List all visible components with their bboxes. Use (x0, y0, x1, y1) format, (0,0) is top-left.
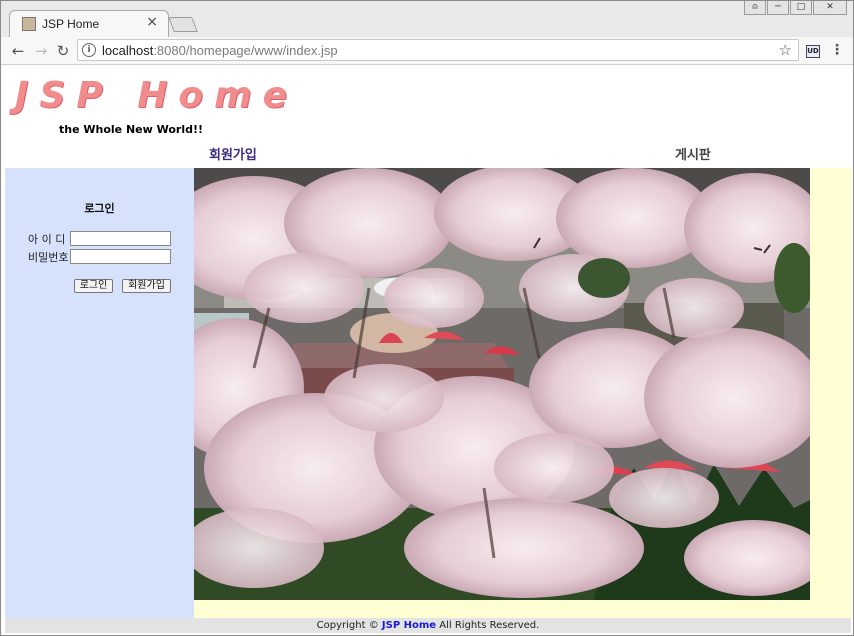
user-icon[interactable]: ⍝ (744, 1, 766, 15)
address-bar[interactable]: i localhost:8080/homepage/www/index.jsp … (77, 39, 799, 61)
minimize-button[interactable]: ─ (767, 1, 789, 15)
footer-prefix: Copyright © (316, 620, 379, 631)
close-window-button[interactable]: ✕ (813, 1, 847, 15)
back-arrow-icon[interactable]: ← (8, 41, 28, 61)
tab-title: JSP Home (42, 17, 100, 31)
page-footer: Copyright © JSP Home All Rights Reserved… (5, 618, 851, 633)
footer-brand-link[interactable]: JSP Home (382, 620, 436, 631)
login-button[interactable]: 로그인 (74, 279, 113, 293)
url-host: localhost (102, 43, 154, 58)
footer-suffix: All Rights Reserved. (439, 620, 540, 631)
close-tab-icon[interactable]: × (146, 14, 158, 30)
id-input[interactable] (70, 231, 171, 246)
reload-icon[interactable]: ↻ (53, 41, 73, 61)
logo-subtitle: the Whole New World!! (59, 123, 204, 136)
tab-jsp-home[interactable]: JSP Home × (9, 10, 169, 37)
id-label: 아 이 디 (28, 233, 66, 246)
login-title: 로그인 (84, 202, 115, 215)
info-icon[interactable]: i (82, 43, 96, 57)
forward-arrow-icon[interactable]: → (31, 41, 51, 61)
browser-menu-icon[interactable]: ⋮ (830, 42, 844, 58)
top-menu: 회원가입 게시판 (5, 141, 851, 167)
logo-title: JSP Home (15, 75, 299, 116)
title-bar: JSP Home × ⍝ ─ □ ✕ (1, 1, 853, 37)
page-favicon-icon (22, 17, 36, 31)
site-logo[interactable]: JSP Home the Whole New World!! (15, 75, 299, 139)
new-tab-button[interactable] (168, 17, 198, 32)
menu-link-join[interactable]: 회원가입 (209, 144, 257, 163)
login-sidebar: 로그인 아 이 디 비밀번호 로그인 회원가입 (5, 168, 194, 618)
bookmark-star-icon[interactable]: ☆ (779, 41, 792, 59)
password-label: 비밀번호 (28, 251, 69, 264)
browser-toolbar: ← → ↻ i localhost:8080/homepage/www/inde… (1, 37, 853, 65)
join-button[interactable]: 회원가입 (122, 279, 171, 293)
password-input[interactable] (70, 249, 171, 264)
browser-window: JSP Home × ⍝ ─ □ ✕ ← → ↻ i localhost:808… (0, 0, 854, 636)
main-content (194, 168, 851, 618)
window-controls: ⍝ ─ □ ✕ (743, 1, 847, 15)
menu-link-board[interactable]: 게시판 (675, 144, 711, 163)
extension-icon[interactable]: UD (806, 45, 820, 58)
cherry-blossom-photo (194, 168, 810, 600)
url-path: :8080/homepage/www/index.jsp (153, 43, 338, 58)
url-text[interactable]: localhost:8080/homepage/www/index.jsp (102, 43, 338, 58)
maximize-button[interactable]: □ (790, 1, 812, 15)
page-viewport: JSP Home the Whole New World!! 회원가입 게시판 … (5, 65, 851, 633)
